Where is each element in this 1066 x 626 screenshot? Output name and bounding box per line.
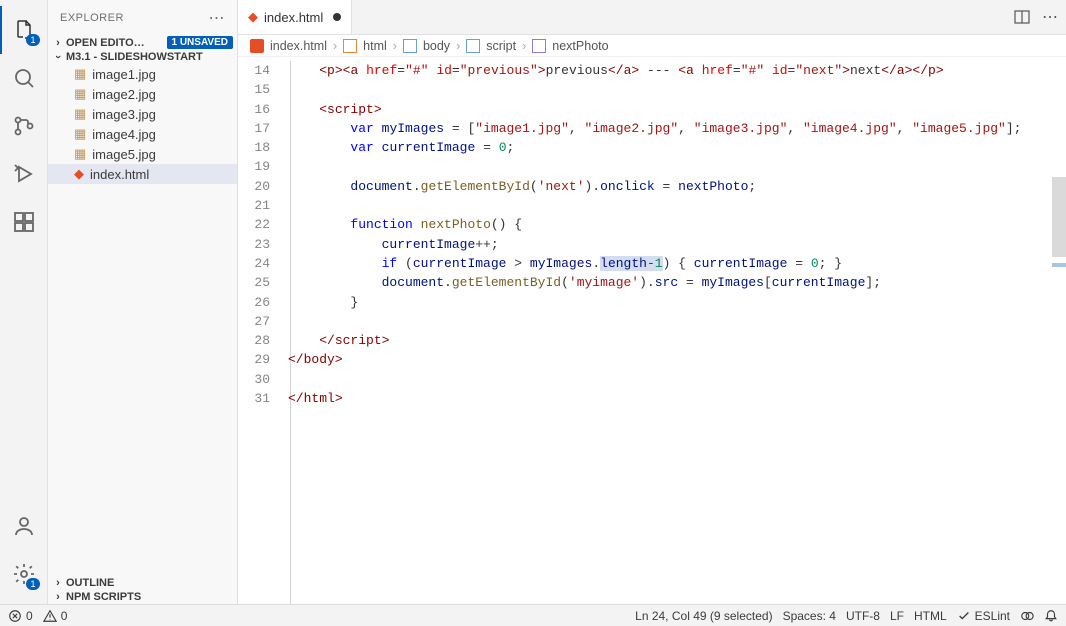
image-file-icon: ▦ [74, 66, 86, 82]
code-content[interactable]: <p><a href="#" id="previous">previous</a… [288, 57, 1066, 604]
breadcrumb-part: nextPhoto [552, 39, 608, 53]
npm-label: NPM SCRIPTS [66, 591, 141, 603]
project-section[interactable]: › M3.1 - SLIDESHOWSTART [48, 50, 237, 64]
activity-settings-icon[interactable]: 1 [0, 550, 48, 598]
file-item[interactable]: ▦ image4.jpg [48, 124, 237, 144]
chevron-right-icon: › [393, 39, 397, 53]
symbol-icon [466, 39, 480, 53]
status-cursor[interactable]: Ln 24, Col 49 (9 selected) [635, 609, 772, 623]
line-gutter: 141516171819202122232425262728293031 [238, 57, 288, 604]
status-errors[interactable]: 0 [8, 609, 33, 623]
symbol-icon [403, 39, 417, 53]
chevron-right-icon: › [50, 591, 66, 603]
tab-label: index.html [264, 10, 323, 25]
tab-actions: ⋯ [1006, 0, 1066, 34]
image-file-icon: ▦ [74, 86, 86, 102]
open-editors-label: OPEN EDITO… [66, 37, 145, 49]
activity-account-icon[interactable] [0, 502, 48, 550]
tabs-bar: ◆ index.html ⋯ [238, 0, 1066, 35]
chevron-down-icon: › [52, 49, 64, 65]
breadcrumb-file: index.html [270, 39, 327, 53]
status-eol[interactable]: LF [890, 609, 904, 623]
chevron-right-icon: › [456, 39, 460, 53]
breadcrumb-part: html [363, 39, 387, 53]
image-file-icon: ▦ [74, 146, 86, 162]
breadcrumb-part: script [486, 39, 516, 53]
chevron-right-icon: › [50, 37, 66, 49]
split-editor-icon[interactable] [1014, 9, 1030, 25]
html-file-icon [250, 39, 264, 53]
file-item[interactable]: ▦ image1.jpg [48, 64, 237, 84]
status-bar: 0 0 Ln 24, Col 49 (9 selected) Spaces: 4… [0, 604, 1066, 626]
file-item[interactable]: ◆ index.html [48, 164, 237, 184]
status-encoding[interactable]: UTF-8 [846, 609, 880, 623]
chevron-right-icon: › [333, 39, 337, 53]
overview-ruler[interactable] [1052, 57, 1066, 604]
image-file-icon: ▦ [74, 126, 86, 142]
breadcrumb[interactable]: index.html › html › body › script › next… [238, 35, 1066, 57]
activity-debug-icon[interactable] [0, 150, 48, 198]
html-file-icon: ◆ [248, 9, 258, 25]
sidebar-title: EXPLORER [60, 12, 124, 24]
editor-area: ◆ index.html ⋯ index.html › html › body … [238, 0, 1066, 604]
chevron-right-icon: › [522, 39, 526, 53]
modified-dot-icon [333, 13, 341, 21]
activity-source-control-icon[interactable] [0, 102, 48, 150]
activity-bar: 1 1 [0, 0, 48, 604]
file-name: image2.jpg [92, 87, 156, 102]
symbol-icon [532, 39, 546, 53]
sidebar: EXPLORER ⋯ › OPEN EDITO… 1 UNSAVED › M3.… [48, 0, 238, 604]
symbol-icon [343, 39, 357, 53]
project-label: M3.1 - SLIDESHOWSTART [66, 51, 203, 63]
activity-extensions-icon[interactable] [0, 198, 48, 246]
file-item[interactable]: ▦ image2.jpg [48, 84, 237, 104]
file-name: image4.jpg [92, 127, 156, 142]
selection-marker [1052, 263, 1066, 267]
file-name: image5.jpg [92, 147, 156, 162]
file-name: index.html [90, 167, 149, 182]
outline-section[interactable]: › OUTLINE [48, 576, 237, 590]
breadcrumb-part: body [423, 39, 450, 53]
file-name: image1.jpg [92, 67, 156, 82]
more-actions-icon[interactable]: ⋯ [1042, 7, 1058, 27]
chevron-right-icon: › [50, 577, 66, 589]
sidebar-menu-icon[interactable]: ⋯ [209, 8, 226, 28]
outline-label: OUTLINE [66, 577, 114, 589]
scrollbar-thumb[interactable] [1052, 177, 1066, 257]
status-bell-icon[interactable] [1044, 609, 1058, 623]
html-file-icon: ◆ [74, 166, 84, 182]
activity-explorer-icon[interactable]: 1 [0, 6, 48, 54]
open-editors-section[interactable]: › OPEN EDITO… 1 UNSAVED [48, 35, 237, 50]
npm-scripts-section[interactable]: › NPM SCRIPTS [48, 590, 237, 604]
file-list: ▦ image1.jpg ▦ image2.jpg ▦ image3.jpg ▦ image4… [48, 64, 237, 184]
file-name: image3.jpg [92, 107, 156, 122]
sidebar-header: EXPLORER ⋯ [48, 0, 237, 35]
status-warnings[interactable]: 0 [43, 609, 68, 623]
code-editor[interactable]: 141516171819202122232425262728293031 <p>… [238, 57, 1066, 604]
status-feedback-icon[interactable] [1020, 609, 1034, 623]
unsaved-badge: 1 UNSAVED [167, 36, 234, 49]
status-spaces[interactable]: Spaces: 4 [783, 609, 836, 623]
activity-search-icon[interactable] [0, 54, 48, 102]
file-item[interactable]: ▦ image3.jpg [48, 104, 237, 124]
image-file-icon: ▦ [74, 106, 86, 122]
status-lang[interactable]: HTML [914, 609, 947, 623]
file-item[interactable]: ▦ image5.jpg [48, 144, 237, 164]
tab-index-html[interactable]: ◆ index.html [238, 0, 352, 34]
status-eslint[interactable]: ESLint [957, 609, 1010, 623]
